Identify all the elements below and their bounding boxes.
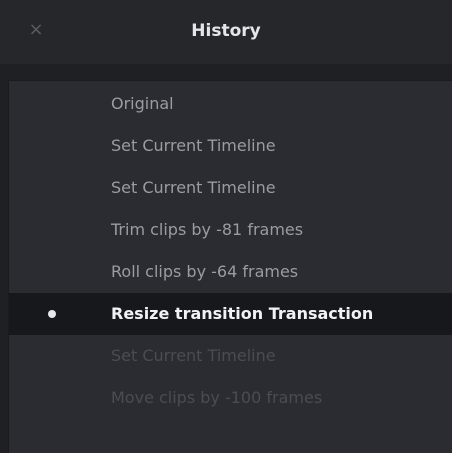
title-bar: × History (0, 0, 452, 64)
history-item-label: Original (111, 94, 174, 113)
history-item-set-current-timeline-undone[interactable]: Set Current Timeline (9, 335, 452, 377)
window-title: History (191, 21, 261, 41)
history-item-trim-clips[interactable]: Trim clips by -81 frames (9, 209, 452, 251)
history-item-label: Roll clips by -64 frames (111, 262, 299, 281)
history-item-set-current-timeline-2[interactable]: Set Current Timeline (9, 167, 452, 209)
bullet-icon (48, 310, 56, 318)
history-item-set-current-timeline[interactable]: Set Current Timeline (9, 125, 452, 167)
history-item-move-clips-undone[interactable]: Move clips by -100 frames (9, 377, 452, 419)
history-item-label: Set Current Timeline (111, 178, 276, 197)
history-item-resize-transition-current[interactable]: Resize transition Transaction (9, 293, 452, 335)
history-item-original[interactable]: Original (9, 83, 452, 125)
history-item-label: Resize transition Transaction (111, 304, 374, 323)
history-window: × History Original Set Current Timeline … (0, 0, 452, 453)
history-item-roll-clips[interactable]: Roll clips by -64 frames (9, 251, 452, 293)
history-item-label: Set Current Timeline (111, 136, 276, 155)
history-item-label: Move clips by -100 frames (111, 388, 323, 407)
history-item-label: Trim clips by -81 frames (111, 220, 304, 239)
history-list: Original Set Current Timeline Set Curren… (8, 80, 452, 453)
history-item-label: Set Current Timeline (111, 346, 276, 365)
